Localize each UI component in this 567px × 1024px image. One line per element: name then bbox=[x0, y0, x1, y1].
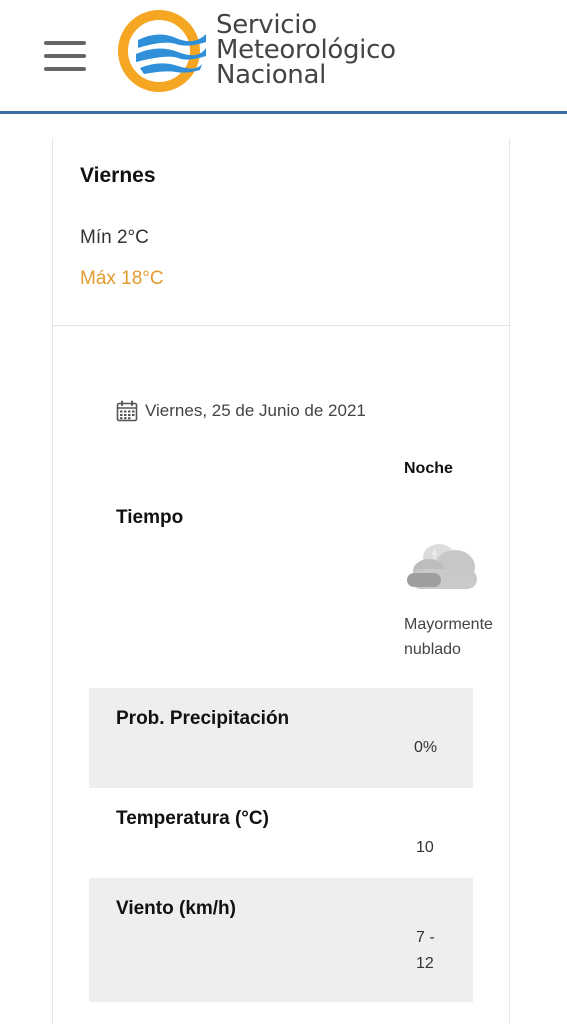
temperature-row: Temperatura (°C) 10 bbox=[89, 788, 473, 878]
wind-value-line-1: 7 - bbox=[416, 929, 435, 946]
weather-description-line-2: nublado bbox=[404, 641, 461, 658]
site-header: Servicio Meteorológico Nacional bbox=[0, 0, 567, 114]
smn-logo-mark-icon bbox=[118, 10, 206, 92]
wind-row: Viento (km/h) 7 - 12 bbox=[89, 878, 473, 1002]
wind-value-line-2: 12 bbox=[416, 955, 434, 972]
forecast-card: Viernes Mín 2°C Máx 18°C Viernes, 25 de … bbox=[52, 138, 511, 1024]
menu-bar bbox=[44, 41, 86, 45]
weather-description-line-1: Mayormente bbox=[404, 616, 493, 633]
weather-description: Mayormente nublado bbox=[404, 612, 509, 662]
menu-bar bbox=[44, 67, 86, 71]
forecast-date-text: Viernes, 25 de Junio de 2021 bbox=[145, 401, 366, 420]
precipitation-value: 0% bbox=[414, 739, 438, 756]
precipitation-row: Prob. Precipitación 0% bbox=[89, 688, 473, 788]
logo-text: Servicio Meteorológico Nacional bbox=[216, 12, 426, 90]
min-temperature: Mín 2°C bbox=[80, 227, 149, 248]
logo-line-3: Nacional bbox=[216, 60, 327, 90]
temperature-label: Temperatura (°C) bbox=[116, 808, 269, 829]
smn-logo[interactable]: Servicio Meteorológico Nacional bbox=[118, 10, 418, 95]
temperature-value: 10 bbox=[416, 839, 434, 856]
day-title: Viernes bbox=[80, 164, 156, 187]
weather-label: Tiempo bbox=[116, 507, 184, 528]
divider bbox=[53, 325, 511, 326]
wind-label: Viento (km/h) bbox=[116, 898, 236, 919]
menu-bar bbox=[44, 54, 86, 58]
mostly-cloudy-night-icon bbox=[407, 544, 477, 589]
hamburger-menu-icon[interactable] bbox=[44, 41, 86, 71]
max-temperature: Máx 18°C bbox=[80, 268, 164, 289]
precipitation-label: Prob. Precipitación bbox=[116, 708, 290, 729]
period-label: Noche bbox=[404, 460, 453, 477]
calendar-icon bbox=[116, 400, 138, 422]
wind-value: 7 - 12 bbox=[416, 925, 435, 977]
forecast-date: Viernes, 25 de Junio de 2021 bbox=[116, 400, 366, 422]
